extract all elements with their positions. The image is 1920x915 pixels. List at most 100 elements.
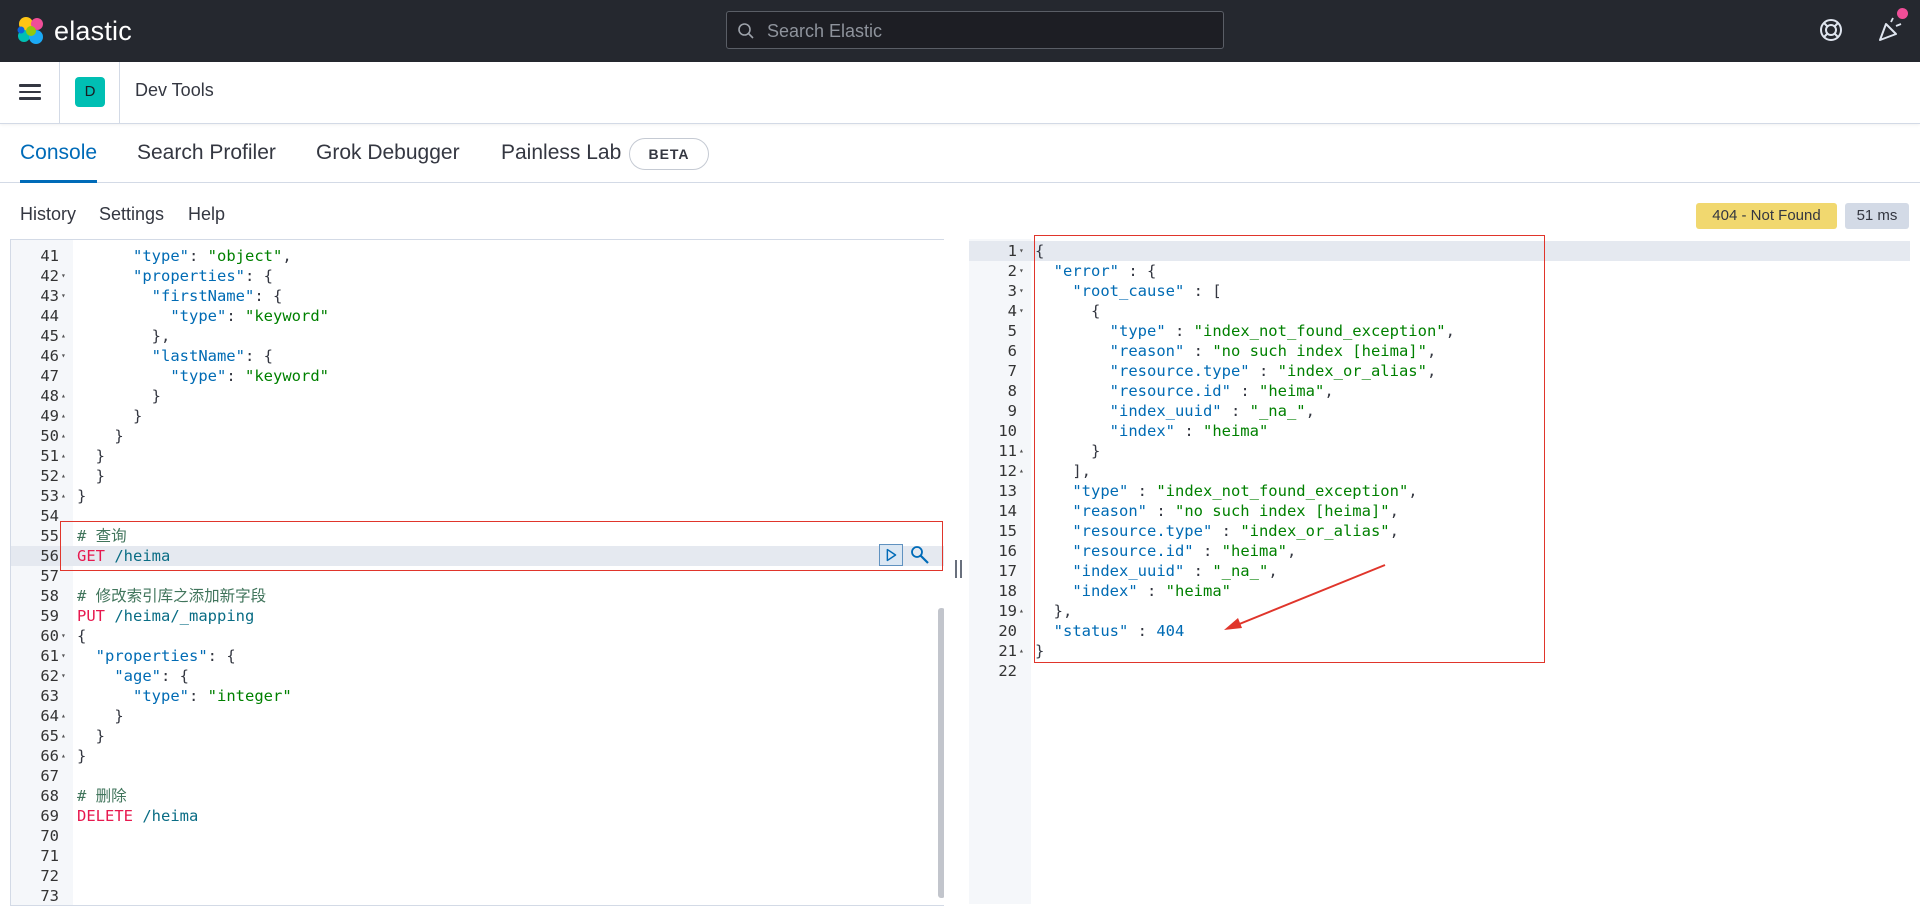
code-text[interactable]: # 修改索引库之添加新字段 [77, 586, 266, 606]
fold-toggle-icon[interactable]: ▴ [61, 466, 66, 486]
code-text[interactable]: }, [1035, 601, 1073, 621]
code-text[interactable]: } [1035, 441, 1100, 461]
code-text[interactable]: "resource.id" : "heima", [1035, 541, 1296, 561]
code-text[interactable]: "type" : "index_not_found_exception", [1035, 321, 1455, 341]
history-link[interactable]: History [20, 204, 76, 225]
fold-toggle-icon[interactable]: ▾ [61, 346, 66, 366]
fold-toggle-icon[interactable]: ▴ [61, 386, 66, 406]
line-number: 22 [998, 662, 1017, 680]
fold-toggle-icon[interactable]: ▾ [61, 286, 66, 306]
code-text[interactable]: { [77, 626, 86, 646]
help-link[interactable]: Help [188, 204, 225, 225]
tab-grok-debugger[interactable]: Grok Debugger [316, 124, 460, 182]
fold-toggle-icon[interactable]: ▴ [1019, 461, 1024, 481]
code-text[interactable]: "firstName": { [77, 286, 283, 306]
fold-toggle-icon[interactable]: ▾ [61, 266, 66, 286]
settings-link[interactable]: Settings [99, 204, 164, 225]
code-text[interactable]: "reason" : "no such index [heima]", [1035, 341, 1437, 361]
pane-resizer[interactable] [955, 560, 963, 578]
fold-toggle-icon[interactable]: ▾ [61, 646, 66, 666]
code-text[interactable]: "type": "keyword" [77, 366, 329, 386]
code-text[interactable]: "properties": { [77, 646, 236, 666]
fold-toggle-icon[interactable]: ▾ [1019, 241, 1024, 261]
fold-toggle-icon[interactable]: ▾ [61, 626, 66, 646]
help-icon[interactable] [1818, 17, 1844, 43]
editor-scrollbar[interactable] [938, 608, 944, 898]
global-search[interactable] [726, 11, 1224, 50]
fold-toggle-icon[interactable]: ▴ [61, 486, 66, 506]
code-text[interactable]: GET /heima [77, 546, 170, 566]
fold-toggle-icon[interactable]: ▴ [61, 746, 66, 766]
code-text[interactable]: "index" : "heima" [1035, 581, 1231, 601]
code-text[interactable]: } [77, 386, 161, 406]
elastic-logo-icon[interactable] [14, 14, 48, 48]
code-text[interactable]: "status" : 404 [1035, 621, 1185, 641]
fold-toggle-icon[interactable]: ▾ [1019, 301, 1024, 321]
request-editor[interactable]: 41 "type": "object", 42 ▾ "properties": {4… [10, 239, 944, 906]
request-code[interactable]: 41 "type": "object", 42 ▾ "properties": {4… [11, 240, 944, 905]
code-text[interactable]: "resource.type" : "index_or_alias", [1035, 361, 1437, 381]
code-text[interactable]: } [77, 446, 105, 466]
code-text[interactable]: "index_uuid" : "_na_", [1035, 561, 1277, 581]
code-text[interactable]: PUT /heima/_mapping [77, 606, 254, 626]
tab-search-profiler[interactable]: Search Profiler [137, 124, 276, 182]
tab-console[interactable]: Console [20, 124, 98, 183]
code-text[interactable]: } [77, 746, 86, 766]
code-text[interactable]: "resource.type" : "index_or_alias", [1035, 521, 1399, 541]
wrench-icon[interactable] [909, 544, 931, 566]
code-text[interactable]: "properties": { [77, 266, 273, 286]
code-text[interactable]: "root_cause" : [ [1035, 281, 1221, 301]
fold-toggle-icon[interactable]: ▴ [61, 426, 66, 446]
request-line: 56 GET /heima [11, 546, 944, 566]
code-text[interactable]: "type" : "index_not_found_exception", [1035, 481, 1417, 501]
fold-toggle-icon[interactable]: ▴ [61, 406, 66, 426]
request-time-badge: 51 ms [1845, 203, 1909, 229]
code-text[interactable]: } [77, 406, 142, 426]
code-text[interactable]: "error" : { [1035, 261, 1157, 281]
run-request-button[interactable] [879, 544, 903, 566]
search-input[interactable] [765, 12, 1209, 50]
code-text[interactable]: "lastName": { [77, 346, 273, 366]
code-text[interactable]: "type": "keyword" [77, 306, 329, 326]
code-text[interactable]: ], [1035, 461, 1091, 481]
fold-toggle-icon[interactable]: ▾ [1019, 281, 1024, 301]
request-line: 46 ▾ "lastName": { [11, 346, 944, 366]
code-text[interactable]: } [77, 706, 123, 726]
code-text[interactable]: "index" : "heima" [1035, 421, 1269, 441]
fold-toggle-icon[interactable]: ▴ [1019, 441, 1024, 461]
newsfeed-icon[interactable] [1876, 16, 1904, 44]
brand-name[interactable]: elastic [54, 14, 132, 48]
code-text[interactable]: } [77, 426, 123, 446]
code-text[interactable]: DELETE /heima [77, 806, 198, 826]
line-number: 63 [40, 687, 59, 705]
code-text[interactable]: } [77, 726, 105, 746]
code-text[interactable]: }, [77, 326, 171, 346]
fold-toggle-icon[interactable]: ▴ [61, 446, 66, 466]
line-number: 50 [40, 427, 59, 445]
fold-toggle-icon[interactable]: ▴ [61, 726, 66, 746]
code-text[interactable]: "index_uuid" : "_na_", [1035, 401, 1315, 421]
code-text[interactable]: { [1035, 241, 1044, 261]
fold-toggle-icon[interactable]: ▴ [61, 706, 66, 726]
code-text[interactable]: } [77, 486, 86, 506]
fold-toggle-icon[interactable]: ▾ [1019, 261, 1024, 281]
code-text[interactable]: "type": "object", [77, 246, 292, 266]
code-text[interactable]: } [1035, 641, 1044, 661]
code-text[interactable]: # 查询 [77, 526, 127, 546]
menu-toggle-button[interactable] [19, 80, 41, 102]
space-avatar[interactable]: D [75, 77, 105, 107]
request-line: 71 [11, 846, 944, 866]
code-text[interactable]: "type": "integer" [77, 686, 292, 706]
code-text[interactable]: # 删除 [77, 786, 127, 806]
code-text[interactable]: "age": { [77, 666, 189, 686]
code-text[interactable]: { [1035, 301, 1100, 321]
request-line: 72 [11, 866, 944, 886]
fold-toggle-icon[interactable]: ▴ [61, 326, 66, 346]
fold-toggle-icon[interactable]: ▴ [1019, 641, 1024, 661]
fold-toggle-icon[interactable]: ▴ [1019, 601, 1024, 621]
code-text[interactable]: } [77, 466, 105, 486]
code-text[interactable]: "reason" : "no such index [heima]", [1035, 501, 1399, 521]
tab-painless-lab[interactable]: Painless Lab [501, 124, 621, 182]
code-text[interactable]: "resource.id" : "heima", [1035, 381, 1334, 401]
fold-toggle-icon[interactable]: ▾ [61, 666, 66, 686]
